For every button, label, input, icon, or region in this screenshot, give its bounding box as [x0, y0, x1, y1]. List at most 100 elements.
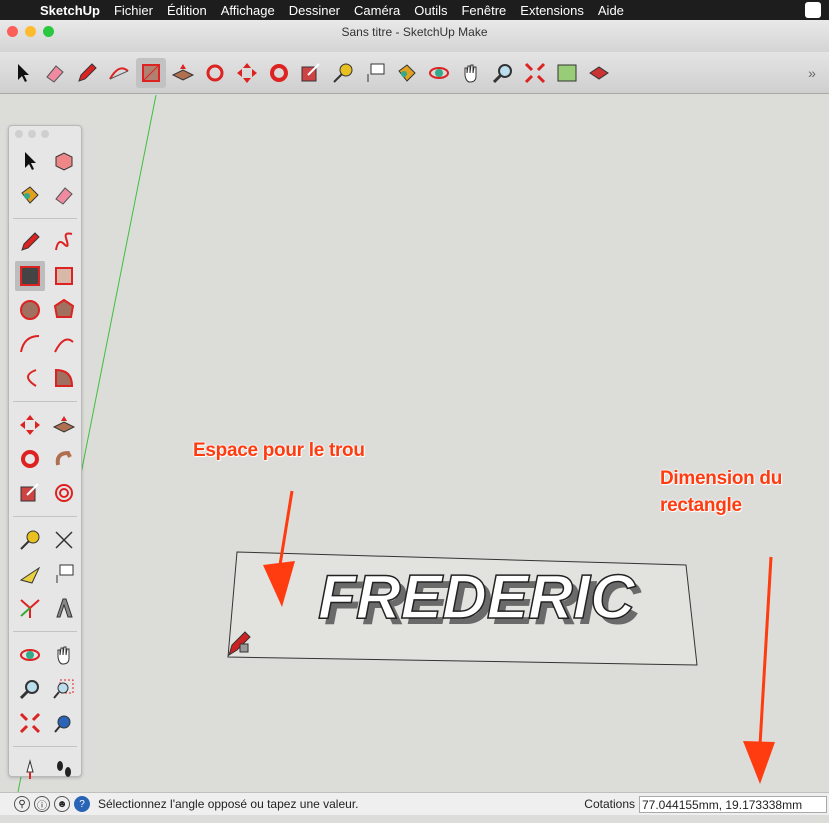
3d-text-icon: [56, 598, 73, 618]
palette-dimension-button[interactable]: [49, 525, 79, 555]
palette-follow-me-button[interactable]: [49, 444, 79, 474]
palette-walk-button[interactable]: [49, 755, 79, 785]
app-menu[interactable]: SketchUp: [40, 3, 100, 18]
help-icon[interactable]: ?: [74, 796, 90, 812]
add-location-tool-button[interactable]: [552, 58, 582, 88]
palette-offset-button[interactable]: [49, 478, 79, 508]
credits-icon[interactable]: ⓘ: [34, 796, 50, 812]
toolbar-overflow-button[interactable]: »: [797, 58, 827, 88]
palette-rectangle-button[interactable]: [15, 261, 45, 291]
three-point-arc-icon: [27, 369, 37, 387]
palette-rotate-button[interactable]: [15, 444, 45, 474]
eraser-tool-button[interactable]: [40, 58, 70, 88]
palette-separator: [13, 516, 77, 517]
menu-outils[interactable]: Outils: [414, 3, 447, 18]
menu-aide[interactable]: Aide: [598, 3, 624, 18]
palette-protractor-button[interactable]: [15, 559, 45, 589]
palette-position-camera-button[interactable]: [15, 755, 45, 785]
orbit-icon: [429, 66, 449, 79]
palette-zoom-button[interactable]: [41, 130, 49, 138]
drawing-area[interactable]: FREDERIC FREDERIC Espace pour le trou Di…: [0, 95, 829, 792]
paint-bucket-tool-button[interactable]: [392, 58, 422, 88]
menu-bar: SketchUp Fichier Édition Affichage Dessi…: [0, 0, 829, 20]
move-tool-button[interactable]: [232, 58, 262, 88]
palette-arc-button[interactable]: [15, 329, 45, 359]
annotation-dimension-line1: Dimension du: [660, 468, 783, 489]
palette-orbit-button[interactable]: [15, 640, 45, 670]
zoom-window-icon: [53, 679, 74, 699]
arc-icon: [20, 335, 40, 353]
zoom-extents-icon: [524, 62, 546, 83]
follow-me-tool-button[interactable]: [200, 58, 230, 88]
measurements-input[interactable]: 77.044155mm, 19.173338mm: [639, 795, 827, 813]
palette-select-button[interactable]: [15, 146, 45, 176]
3d-warehouse-tool-button[interactable]: [584, 58, 614, 88]
palette-paint-button[interactable]: [15, 180, 45, 210]
tape-measure-tool-button[interactable]: [328, 58, 358, 88]
palette-rotated-rectangle-button[interactable]: [49, 261, 79, 291]
rectangle-tool-button[interactable]: [136, 57, 166, 88]
menu-camera[interactable]: Caméra: [354, 3, 400, 18]
palette-pan-button[interactable]: [49, 640, 79, 670]
zoom-extents-icon: [19, 712, 41, 734]
palette-previous-view-button[interactable]: [49, 708, 79, 738]
model-view[interactable]: FREDERIC FREDERIC: [0, 95, 829, 792]
palette-push-pull-button[interactable]: [49, 410, 79, 440]
menu-fichier[interactable]: Fichier: [114, 3, 153, 18]
palette-move-button[interactable]: [15, 410, 45, 440]
scale-tool-button[interactable]: [296, 58, 326, 88]
palette-pie-button[interactable]: [49, 363, 79, 393]
status-icons: ⚲ ⓘ ☻ ?: [14, 796, 90, 812]
palette-component-button[interactable]: [49, 146, 79, 176]
palette-separator: [13, 401, 77, 402]
orbit-tool-button[interactable]: [424, 58, 454, 88]
zoom-extents-tool-button[interactable]: [520, 58, 550, 88]
palette-tape-button[interactable]: [15, 525, 45, 555]
user-icon[interactable]: ☻: [54, 796, 70, 812]
main-toolbar: »: [0, 52, 829, 94]
palette-circle-button[interactable]: [15, 295, 45, 325]
push-pull-tool-button[interactable]: [168, 58, 198, 88]
arc-icon: [109, 66, 129, 79]
palette-group-construct: [9, 521, 81, 627]
component-icon: [55, 152, 73, 171]
rotate-tool-button[interactable]: [264, 58, 294, 88]
palette-three-point-arc-button[interactable]: [15, 363, 45, 393]
palette-scale-button[interactable]: [15, 478, 45, 508]
menu-affichage[interactable]: Affichage: [221, 3, 275, 18]
rotated-rectangle-icon: [55, 267, 73, 285]
menu-extensions[interactable]: Extensions: [520, 3, 584, 18]
circle-icon: [20, 300, 40, 320]
zoom-tool-button[interactable]: [488, 58, 518, 88]
palette-text-button[interactable]: [49, 559, 79, 589]
menu-edition[interactable]: Édition: [167, 3, 207, 18]
palette-close-button[interactable]: [15, 130, 23, 138]
arc-tool-button[interactable]: [104, 58, 134, 88]
palette-3d-text-button[interactable]: [49, 593, 79, 623]
menu-dessiner[interactable]: Dessiner: [289, 3, 340, 18]
palette-pencil-button[interactable]: [15, 227, 45, 257]
palette-zoom-extents-button[interactable]: [15, 708, 45, 738]
scale-icon: [301, 62, 320, 81]
rectangle-icon: [142, 63, 160, 82]
pencil-tool-button[interactable]: [72, 58, 102, 88]
palette-eraser-button[interactable]: [49, 180, 79, 210]
eraser-icon: [46, 64, 64, 83]
palette-freehand-button[interactable]: [49, 227, 79, 257]
palette-zoom-window-button[interactable]: [49, 674, 79, 704]
palette-zoom-button[interactable]: [15, 674, 45, 704]
palette-two-point-arc-button[interactable]: [49, 329, 79, 359]
status-icon[interactable]: [805, 2, 821, 18]
geo-location-icon[interactable]: ⚲: [14, 796, 30, 812]
text-tool-button[interactable]: [360, 58, 390, 88]
tape-measure-icon: [333, 63, 353, 83]
palette-group-camera: [9, 636, 81, 742]
menu-fenetre[interactable]: Fenêtre: [461, 3, 506, 18]
pan-tool-button[interactable]: [456, 58, 486, 88]
palette-group-select: [9, 142, 81, 214]
move-icon: [20, 415, 40, 435]
palette-polygon-button[interactable]: [49, 295, 79, 325]
select-tool-button[interactable]: [8, 58, 38, 88]
palette-axes-button[interactable]: [15, 593, 45, 623]
palette-minimize-button[interactable]: [28, 130, 36, 138]
